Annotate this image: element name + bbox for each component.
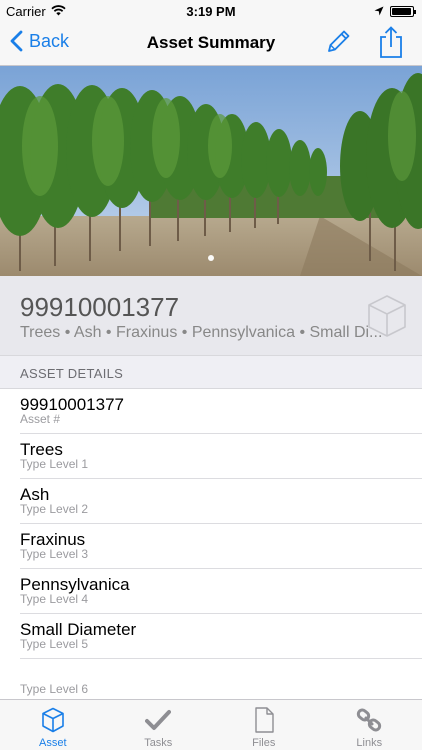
tab-tasks[interactable]: Tasks bbox=[106, 700, 212, 750]
detail-value: Ash bbox=[20, 485, 50, 504]
detail-value bbox=[20, 659, 422, 683]
link-icon bbox=[317, 707, 422, 733]
cube-icon bbox=[0, 707, 106, 733]
asset-id-heading: 99910001377 bbox=[20, 292, 180, 322]
cube-icon bbox=[366, 294, 408, 343]
page-dot bbox=[208, 255, 214, 261]
detail-value: Fraxinus bbox=[20, 530, 86, 549]
share-icon bbox=[380, 26, 402, 58]
asset-photo[interactable] bbox=[0, 66, 422, 276]
tab-label: Links bbox=[356, 737, 383, 749]
status-time: 3:19 PM bbox=[186, 4, 236, 19]
page-indicator bbox=[0, 248, 422, 266]
edit-button[interactable] bbox=[324, 28, 352, 61]
detail-value: Trees bbox=[20, 440, 63, 459]
navigation-bar: Back Asset Summary bbox=[0, 22, 422, 66]
detail-label: Type Level 5 bbox=[20, 637, 89, 651]
detail-value: Small Diameter bbox=[20, 620, 137, 639]
tab-links[interactable]: Links bbox=[317, 700, 422, 750]
detail-row-type-level-4[interactable]: Pennsylvanica Type Level 4 bbox=[0, 569, 422, 614]
tab-label: Files bbox=[252, 737, 276, 749]
detail-label: Type Level 4 bbox=[20, 592, 89, 606]
detail-label: Type Level 6 bbox=[20, 682, 89, 696]
tree-nursery-image bbox=[0, 66, 422, 276]
battery-fill bbox=[392, 8, 411, 15]
detail-value: Pennsylvanica bbox=[20, 575, 130, 594]
detail-label: Type Level 1 bbox=[20, 457, 89, 471]
asset-type-path: Trees • Ash • Fraxinus • Pennsylvanica •… bbox=[20, 324, 383, 341]
tab-label: Asset bbox=[38, 737, 67, 749]
pencil-icon bbox=[328, 30, 350, 52]
page-title: Asset Summary bbox=[146, 33, 276, 52]
detail-row-asset-number[interactable]: 99910001377 Asset # bbox=[0, 389, 422, 434]
asset-summary-header: 99910001377 Trees • Ash • Fraxinus • Pen… bbox=[0, 276, 422, 356]
status-bar: Carrier 3:19 PM bbox=[0, 0, 422, 22]
tab-bar: Asset Tasks Files Links bbox=[0, 699, 422, 750]
tab-asset[interactable]: Asset bbox=[0, 700, 106, 750]
section-header-asset-details: ASSET DETAILS bbox=[20, 366, 124, 381]
battery-icon bbox=[390, 6, 416, 17]
detail-value: 99910001377 bbox=[20, 395, 125, 414]
detail-row-type-level-5[interactable]: Small Diameter Type Level 5 bbox=[0, 614, 422, 659]
detail-label: Type Level 3 bbox=[20, 547, 89, 561]
detail-row-type-level-3[interactable]: Fraxinus Type Level 3 bbox=[0, 524, 422, 569]
tab-label: Tasks bbox=[144, 737, 173, 749]
detail-row-type-level-6[interactable]: Type Level 6 bbox=[0, 659, 422, 704]
share-button[interactable] bbox=[378, 26, 404, 65]
asset-details-list: 99910001377 Asset # Trees Type Level 1 A… bbox=[0, 388, 422, 704]
location-arrow-icon bbox=[374, 4, 384, 19]
status-right bbox=[374, 4, 416, 19]
checkmark-icon bbox=[106, 707, 212, 733]
detail-row-type-level-2[interactable]: Ash Type Level 2 bbox=[0, 479, 422, 524]
tab-files[interactable]: Files bbox=[211, 700, 317, 750]
detail-label: Type Level 2 bbox=[20, 502, 89, 516]
file-icon bbox=[211, 707, 317, 733]
detail-row-type-level-1[interactable]: Trees Type Level 1 bbox=[0, 434, 422, 479]
